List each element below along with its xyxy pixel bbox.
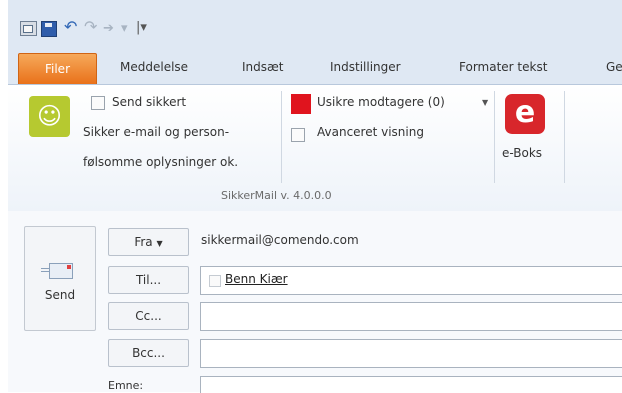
advanced-view-label[interactable]: Avanceret visning (317, 125, 424, 139)
from-button[interactable]: Fra ▼ (108, 228, 189, 256)
from-address: sikkermail@comendo.com (201, 233, 359, 247)
tab-message[interactable]: Meddelelse (120, 60, 188, 74)
bcc-field[interactable] (200, 339, 622, 368)
quick-access-toolbar: ↶ ↷ ➔ ▾ |▾ (8, 0, 622, 50)
status-text-line1: Sikker e-mail og person- (83, 125, 230, 139)
ribbon-separator (564, 91, 565, 183)
subject-label: Emne: (108, 379, 144, 392)
tab-file[interactable]: Filer (18, 53, 97, 84)
open-icon[interactable] (20, 21, 37, 36)
from-label: Fra (134, 235, 153, 249)
tab-options[interactable]: Indstillinger (330, 60, 401, 74)
ribbon-sikkermail-group: ☺ Send sikkert Sikker e-mail og person- … (8, 84, 622, 212)
send-button[interactable]: Send (24, 226, 96, 331)
ribbon-separator (494, 91, 495, 183)
customize-toolbar-icon[interactable]: |▾ (136, 20, 147, 36)
advanced-view-checkbox[interactable] (291, 128, 305, 142)
down-arrow-icon[interactable]: ▾ (121, 21, 128, 37)
bcc-button[interactable]: Bcc... (108, 339, 189, 367)
cc-field[interactable] (200, 302, 622, 331)
chevron-down-icon[interactable]: ▼ (482, 98, 488, 107)
undo-icon[interactable]: ↶ (64, 19, 77, 35)
ribbon-tabs: Filer Meddelelse Indsæt Indstillinger Fo… (8, 50, 622, 84)
send-label: Send (44, 288, 76, 302)
save-icon[interactable] (41, 21, 57, 37)
group-label: SikkerMail v. 4.0.0.0 (221, 189, 332, 202)
tab-format-text[interactable]: Formater tekst (459, 60, 547, 74)
recipient-icon (209, 275, 221, 287)
send-envelope-icon (41, 263, 73, 279)
send-secure-checkbox[interactable] (91, 96, 105, 110)
unsafe-recipients-icon[interactable] (291, 94, 311, 114)
ribbon-separator (281, 91, 282, 183)
up-arrow-icon[interactable]: ➔ (103, 21, 114, 37)
smiley-icon: ☺ (29, 96, 70, 137)
unsafe-recipients-button[interactable]: Usikre modtagere (0) (317, 95, 445, 109)
send-secure-label[interactable]: Send sikkert (112, 95, 186, 109)
tab-review[interactable]: Ge (606, 60, 622, 74)
to-field[interactable]: Benn Kiær (200, 266, 622, 295)
eboks-button-label[interactable]: e-Boks (502, 146, 542, 160)
tab-insert[interactable]: Indsæt (242, 60, 284, 74)
to-button[interactable]: Til... (108, 266, 189, 294)
cc-button[interactable]: Cc... (108, 302, 189, 330)
chevron-down-icon: ▼ (156, 239, 163, 248)
subject-field[interactable] (200, 376, 622, 393)
eboks-icon[interactable]: e (505, 94, 545, 134)
redo-icon[interactable]: ↷ (84, 19, 97, 35)
status-text-line2: følsomme oplysninger ok. (83, 155, 239, 169)
to-recipient[interactable]: Benn Kiær (225, 272, 288, 286)
